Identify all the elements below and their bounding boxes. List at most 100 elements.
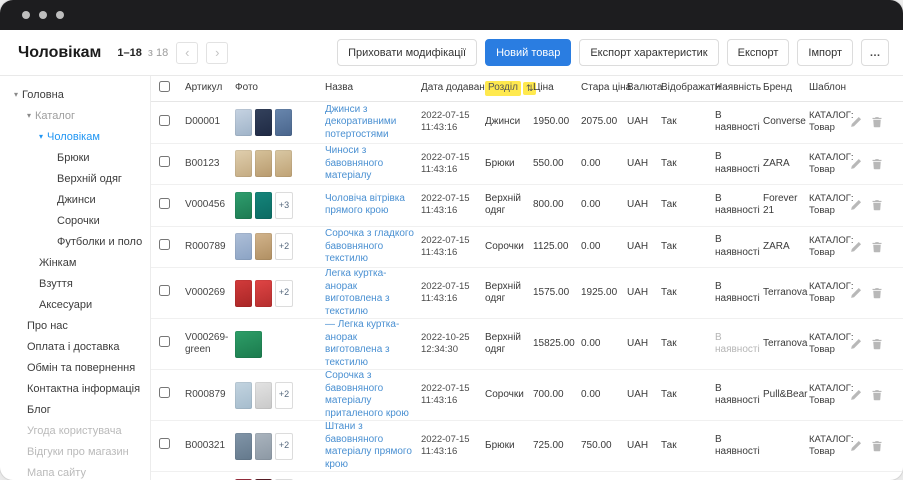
product-name-link[interactable]: Чоловіча вітрівка прямого крою [325, 193, 405, 217]
column-header-date[interactable]: Дата додавання [421, 82, 485, 95]
sidebar-item[interactable]: Відгуки про магазин [0, 441, 150, 462]
sidebar-item[interactable]: Угода користувача [0, 420, 150, 441]
product-photo[interactable] [255, 433, 272, 460]
sidebar-item[interactable]: Аксесуари [0, 294, 150, 315]
edit-icon[interactable] [850, 287, 862, 299]
product-photo[interactable] [275, 150, 292, 177]
product-name-link[interactable]: Джинси з декоративними потертостями [325, 104, 396, 140]
delete-icon[interactable] [871, 199, 883, 211]
product-photo[interactable] [235, 382, 252, 409]
product-photo[interactable] [235, 150, 252, 177]
import-button[interactable]: Імпорт [797, 39, 853, 66]
delete-icon[interactable] [871, 287, 883, 299]
edit-icon[interactable] [850, 440, 862, 452]
column-header-availability[interactable]: Наявність [715, 82, 763, 95]
product-photo[interactable] [235, 109, 252, 136]
edit-icon[interactable] [850, 158, 862, 170]
sidebar-item[interactable]: ▾Чоловікам [0, 126, 150, 147]
sidebar-item[interactable]: Обмін та повернення [0, 357, 150, 378]
minimize-button[interactable] [39, 11, 47, 19]
sidebar-item[interactable]: Про нас [0, 315, 150, 336]
row-checkbox[interactable] [159, 285, 170, 296]
column-header-template[interactable]: Шаблон [809, 82, 859, 95]
edit-icon[interactable] [850, 338, 862, 350]
column-header-name[interactable]: Назва [325, 82, 421, 95]
column-header-currency[interactable]: Валюта [627, 82, 661, 95]
more-photos-badge[interactable]: +3 [275, 192, 293, 219]
product-name-link[interactable]: Чиноси з бавовняного матеріалу [325, 145, 383, 181]
product-photo[interactable] [235, 331, 262, 358]
product-name-link[interactable]: Сорочка з гладкого бавовняного текстилю [325, 228, 414, 264]
product-photo[interactable] [255, 233, 272, 260]
product-photo[interactable] [255, 109, 272, 136]
sidebar-item[interactable]: ▾Головна [0, 84, 150, 105]
sidebar-item[interactable]: Верхній одяг [0, 168, 150, 189]
sidebar-item[interactable]: Взуття [0, 273, 150, 294]
close-button[interactable] [22, 11, 30, 19]
export-button[interactable]: Експорт [727, 39, 790, 66]
product-photo[interactable] [255, 280, 272, 307]
product-photo[interactable] [235, 433, 252, 460]
hide-modifications-button[interactable]: Приховати модифікації [337, 39, 477, 66]
more-photos-badge[interactable]: +2 [275, 280, 293, 307]
sidebar-item[interactable]: Джинси [0, 189, 150, 210]
column-header-display[interactable]: Відображати [661, 82, 715, 95]
column-header-sku[interactable]: Артикул [185, 82, 235, 95]
more-photos-badge[interactable]: +2 [275, 433, 293, 460]
column-header-photo[interactable]: Фото [235, 82, 325, 95]
product-photo[interactable] [235, 192, 252, 219]
edit-icon[interactable] [850, 199, 862, 211]
delete-icon[interactable] [871, 241, 883, 253]
row-checkbox[interactable] [159, 438, 170, 449]
product-photo[interactable] [235, 233, 252, 260]
new-product-button[interactable]: Новий товар [485, 39, 571, 66]
edit-icon[interactable] [850, 389, 862, 401]
chevron-down-icon[interactable]: ▾ [39, 132, 43, 141]
row-checkbox[interactable] [159, 198, 170, 209]
product-name-link[interactable]: Штани з бавовняного матеріалу прямого кр… [325, 421, 412, 470]
chevron-down-icon[interactable]: ▾ [14, 90, 18, 99]
row-checkbox[interactable] [159, 115, 170, 126]
product-name-link[interactable]: — Легка куртка-анорак виготовлена з текс… [325, 319, 399, 368]
column-header-section-label[interactable]: Розділ [485, 81, 521, 96]
product-photo[interactable] [255, 150, 272, 177]
maximize-button[interactable] [56, 11, 64, 19]
delete-icon[interactable] [871, 116, 883, 128]
sidebar-item[interactable]: ▾Каталог [0, 105, 150, 126]
more-photos-badge[interactable]: +2 [275, 382, 293, 409]
column-header-section[interactable]: Розділ ⇅ [485, 81, 533, 96]
export-characteristics-button[interactable]: Експорт характеристик [579, 39, 718, 66]
delete-icon[interactable] [871, 389, 883, 401]
row-checkbox[interactable] [159, 387, 170, 398]
sidebar-item[interactable]: Сорочки [0, 210, 150, 231]
edit-icon[interactable] [850, 116, 862, 128]
delete-icon[interactable] [871, 440, 883, 452]
row-checkbox[interactable] [159, 336, 170, 347]
column-header-old-price[interactable]: Стара ціна [581, 82, 627, 95]
sidebar-item[interactable]: Оплата і доставка [0, 336, 150, 357]
sidebar-item[interactable]: Контактна інформація [0, 378, 150, 399]
sidebar-item[interactable]: Жінкам [0, 252, 150, 273]
product-name-link[interactable]: Сорочка з бавовняного матеріалу притален… [325, 370, 409, 419]
product-name-link[interactable]: Легка куртка-анорак виготовлена з тексти… [325, 268, 390, 317]
prev-page-button[interactable]: ‹ [176, 42, 198, 64]
product-photo[interactable] [255, 192, 272, 219]
next-page-button[interactable]: › [206, 42, 228, 64]
sidebar-item[interactable]: Брюки [0, 147, 150, 168]
more-photos-badge[interactable]: +2 [275, 233, 293, 260]
sidebar-item[interactable]: Мапа сайту [0, 462, 150, 480]
column-header-brand[interactable]: Бренд [763, 82, 809, 95]
product-photo[interactable] [235, 280, 252, 307]
select-all-checkbox[interactable] [159, 81, 170, 92]
more-actions-button[interactable]: … [861, 39, 889, 66]
chevron-down-icon[interactable]: ▾ [27, 111, 31, 120]
delete-icon[interactable] [871, 158, 883, 170]
edit-icon[interactable] [850, 241, 862, 253]
product-photo[interactable] [255, 382, 272, 409]
column-header-price[interactable]: Ціна [533, 82, 581, 95]
sidebar-item[interactable]: Блог [0, 399, 150, 420]
product-photo[interactable] [275, 109, 292, 136]
row-checkbox[interactable] [159, 239, 170, 250]
row-checkbox[interactable] [159, 156, 170, 167]
sidebar-item[interactable]: Футболки и поло [0, 231, 150, 252]
